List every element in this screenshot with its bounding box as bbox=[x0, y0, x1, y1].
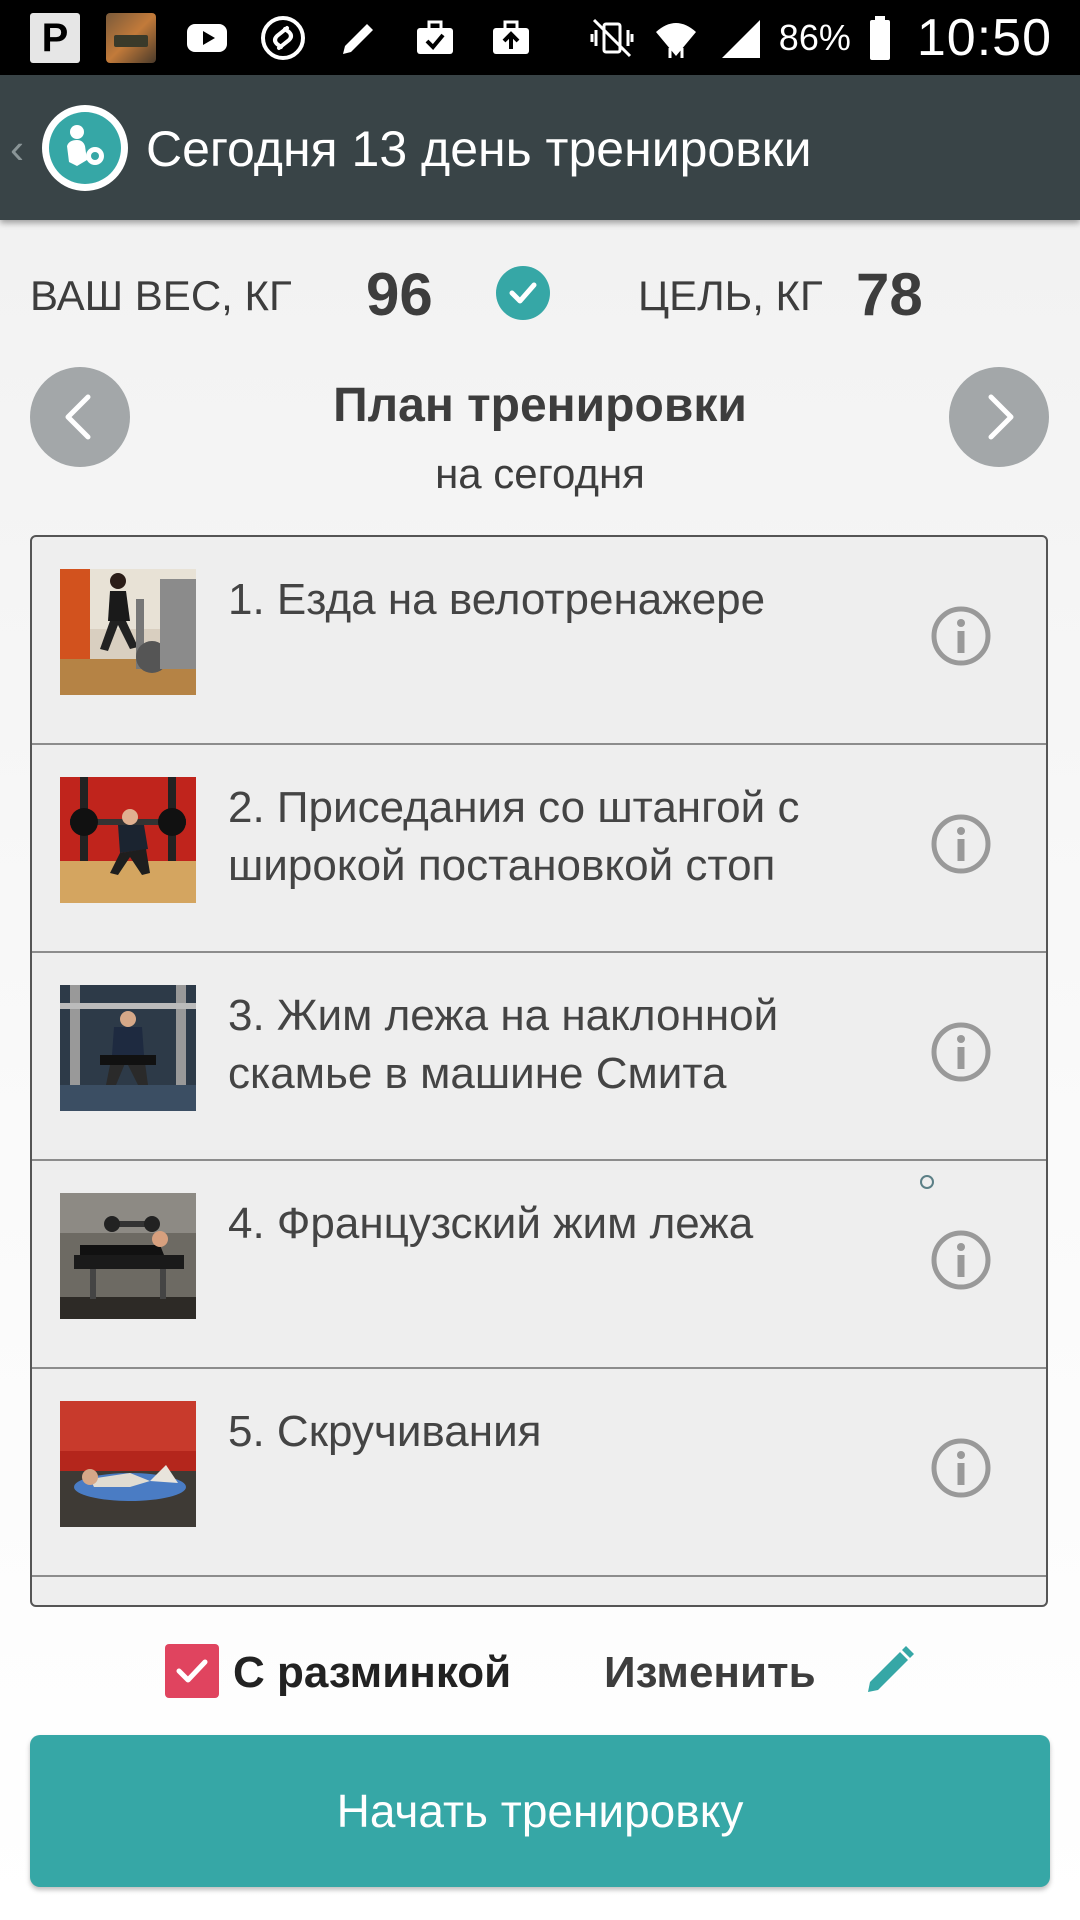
warmup-label[interactable]: С разминкой bbox=[233, 1648, 511, 1698]
exercise-list[interactable]: 1. Езда на велотренажере 2. Приседания с… bbox=[30, 535, 1048, 1607]
list-tail bbox=[32, 1577, 1046, 1605]
mute-vibrate-icon bbox=[587, 13, 637, 63]
touch-indicator-icon bbox=[920, 1175, 934, 1189]
list-item[interactable]: 2. Приседания со штангой с широкой поста… bbox=[32, 745, 1046, 953]
weight-row: ВАШ ВЕС, КГ 96 ЦЕЛЬ, КГ 78 bbox=[0, 250, 1080, 340]
next-day-button[interactable] bbox=[949, 367, 1049, 467]
exercise-name: 5. Скручивания bbox=[228, 1407, 542, 1456]
exercise-name: 1. Езда на велотренажере bbox=[228, 575, 766, 624]
status-bar-system: 86% 10:50 bbox=[587, 4, 1052, 72]
info-icon[interactable] bbox=[930, 1437, 992, 1499]
list-item[interactable]: 4. Французский жим лежа bbox=[32, 1161, 1046, 1369]
list-item[interactable]: 3. Жим лежа на наклонной скамье в машине… bbox=[32, 953, 1046, 1161]
checkmark-icon bbox=[176, 1659, 208, 1683]
barbell-squat-photo bbox=[60, 777, 196, 903]
page-title: Сегодня 13 день тренировки bbox=[146, 121, 812, 177]
crunches-photo bbox=[60, 1401, 196, 1527]
briefcase-upload-icon bbox=[486, 13, 536, 63]
clock: 10:50 bbox=[916, 9, 1052, 67]
chevron-right-icon bbox=[988, 394, 1014, 440]
goal-weight-label: ЦЕЛЬ, КГ bbox=[638, 272, 823, 319]
app-bar: ‹ Сегодня 13 день тренировки bbox=[0, 75, 1080, 220]
youtube-icon bbox=[182, 13, 232, 63]
exercise-name: 3. Жим лежа на наклонной скамье в машине… bbox=[228, 991, 779, 1098]
plan-title: План тренировки bbox=[333, 379, 747, 432]
info-icon[interactable] bbox=[930, 605, 992, 667]
briefcase-check-icon bbox=[410, 13, 460, 63]
start-workout-label: Начать тренировку bbox=[336, 1785, 744, 1837]
exercise-name: 2. Приседания со штангой с широкой поста… bbox=[228, 783, 800, 890]
edit-button[interactable]: Изменить bbox=[604, 1648, 816, 1698]
list-item[interactable]: 1. Езда на велотренажере bbox=[32, 537, 1046, 745]
goal-weight-value[interactable]: 78 bbox=[856, 260, 923, 329]
info-icon[interactable] bbox=[930, 813, 992, 875]
current-weight-value[interactable]: 96 bbox=[366, 260, 433, 329]
exercise-name: 4. Французский жим лежа bbox=[228, 1199, 754, 1248]
incline-bench-press-photo bbox=[60, 985, 196, 1111]
app-logo-icon[interactable] bbox=[42, 105, 128, 191]
info-icon[interactable] bbox=[930, 1229, 992, 1291]
pencil-edit-icon[interactable] bbox=[858, 1640, 920, 1702]
current-weight-label: ВАШ ВЕС, КГ bbox=[30, 272, 292, 319]
battery-icon bbox=[865, 13, 895, 63]
wifi-icon bbox=[651, 13, 701, 63]
start-workout-button[interactable]: Начать тренировку bbox=[30, 1735, 1050, 1887]
status-bar-notifications: P bbox=[30, 12, 536, 64]
pencil-icon bbox=[334, 13, 384, 63]
list-item[interactable]: 5. Скручивания bbox=[32, 1369, 1046, 1577]
warmup-checkbox[interactable] bbox=[165, 1644, 219, 1698]
back-chevron-icon[interactable]: ‹ bbox=[10, 125, 24, 173]
exercise-bike-photo bbox=[60, 569, 196, 695]
game-app-icon bbox=[106, 13, 156, 63]
status-bar: P 86% 10:50 bbox=[0, 0, 1080, 75]
battery-percent: 86% bbox=[778, 17, 851, 58]
signal-icon bbox=[715, 13, 765, 63]
shazam-icon bbox=[258, 13, 308, 63]
info-icon[interactable] bbox=[930, 1021, 992, 1083]
app-p-icon: P bbox=[30, 13, 80, 63]
options-row: С разминкой Изменить bbox=[0, 1640, 1080, 1710]
weight-confirm-check-icon[interactable] bbox=[496, 266, 550, 320]
french-press-photo bbox=[60, 1193, 196, 1319]
plan-subtitle: на сегодня bbox=[435, 450, 645, 497]
